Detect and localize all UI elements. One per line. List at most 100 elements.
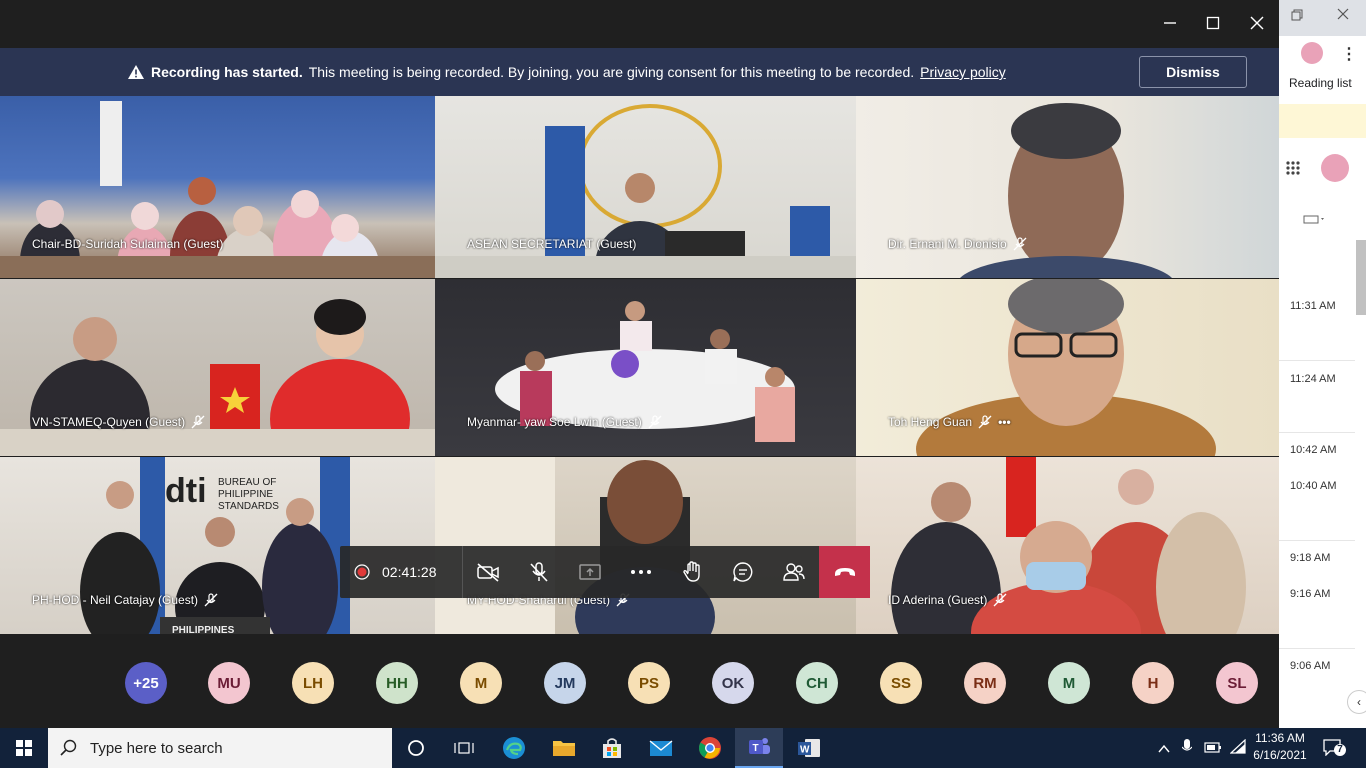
avatar[interactable]: SS — [880, 662, 922, 704]
message-time: 10:42 AM — [1290, 444, 1337, 456]
video-tile[interactable]: Myanmar- yaw Soe Lwin (Guest) — [435, 279, 856, 456]
account-avatar[interactable] — [1321, 154, 1349, 182]
menu-icon[interactable]: ⋮ — [1341, 44, 1357, 64]
clock-date: 6/16/2021 — [1253, 748, 1307, 762]
phone-hang-up-icon — [834, 568, 855, 576]
participants-button[interactable] — [768, 546, 819, 598]
task-view-button[interactable] — [440, 728, 488, 768]
camera-off-button[interactable] — [463, 546, 514, 598]
divider — [1279, 540, 1355, 541]
mail-icon — [649, 740, 673, 756]
avatar[interactable]: M — [1048, 662, 1090, 704]
avatar[interactable]: CH — [796, 662, 838, 704]
chrome-app[interactable] — [686, 728, 734, 768]
apps-grid-icon[interactable] — [1285, 160, 1301, 181]
chevron-up-icon — [1158, 744, 1170, 753]
participant-name: Myanmar- yaw Soe Lwin (Guest) — [467, 415, 662, 429]
mic-off-button[interactable] — [514, 546, 565, 598]
avatar[interactable]: SL — [1216, 662, 1258, 704]
avatar[interactable]: JM — [544, 662, 586, 704]
close-icon[interactable] — [1244, 10, 1270, 36]
message-time: 11:24 AM — [1290, 373, 1336, 385]
recording-message: This meeting is being recorded. By joini… — [308, 64, 915, 80]
recording-title: Recording has started. — [151, 64, 303, 80]
notification-count: 7 — [1334, 744, 1346, 756]
mic-off-icon — [530, 562, 548, 582]
close-icon[interactable] — [1337, 7, 1349, 25]
mic-muted-icon — [993, 593, 1007, 607]
avatar[interactable]: LH — [292, 662, 334, 704]
participant-name: Dir. Ernani M. Dionisio — [888, 237, 1027, 251]
microphone-tray-icon[interactable] — [1181, 739, 1193, 760]
store-app[interactable] — [588, 728, 636, 768]
svg-text:STANDARDS: STANDARDS — [218, 501, 279, 512]
participant-name: Chair-BD-Suridah Sulaiman (Guest) — [32, 237, 224, 251]
keyboard-icon[interactable] — [1303, 212, 1327, 230]
more-actions-button[interactable] — [615, 546, 666, 598]
participant-name: Toh Heng Guan ••• — [888, 415, 1011, 429]
avatar[interactable]: M — [460, 662, 502, 704]
avatar[interactable]: PS — [628, 662, 670, 704]
maximize-icon[interactable] — [1200, 10, 1226, 36]
more-options-icon[interactable]: ••• — [998, 415, 1011, 429]
start-button[interactable] — [0, 728, 48, 768]
chat-button[interactable] — [717, 546, 768, 598]
video-tile[interactable]: Chair-BD-Suridah Sulaiman (Guest) — [0, 96, 435, 278]
more-participants-avatar[interactable]: +25 — [125, 662, 167, 704]
reading-list-button[interactable]: Reading list — [1289, 76, 1352, 90]
video-tile[interactable]: Toh Heng Guan ••• — [856, 279, 1279, 456]
mail-app[interactable] — [637, 728, 685, 768]
avatar[interactable]: RM — [964, 662, 1006, 704]
taskbar-search[interactable]: Type here to search — [48, 728, 392, 768]
avatar[interactable]: H — [1132, 662, 1174, 704]
privacy-policy-link[interactable]: Privacy policy — [920, 64, 1006, 80]
chevron-left-icon[interactable]: ‹ — [1347, 690, 1366, 714]
edge-icon — [503, 737, 525, 759]
participant-name: PH-HOD - Neil Catajay (Guest) — [32, 593, 218, 607]
video-tile[interactable]: ASEAN SECRETARIAT (Guest) — [435, 96, 856, 278]
profile-avatar[interactable] — [1301, 42, 1323, 64]
video-tile[interactable]: ID Aderina (Guest) — [856, 457, 1279, 634]
word-app[interactable]: W — [785, 728, 833, 768]
show-hidden-icons[interactable] — [1158, 741, 1170, 759]
avatar[interactable]: MU — [208, 662, 250, 704]
raise-hand-button[interactable] — [666, 546, 717, 598]
participant-name: VN-STAMEQ-Quyen (Guest) — [32, 415, 205, 429]
dismiss-button[interactable]: Dismiss — [1139, 56, 1247, 88]
scrollbar-thumb[interactable] — [1356, 240, 1366, 315]
warning-icon — [128, 65, 144, 79]
participant-name: ASEAN SECRETARIAT (Guest) — [467, 237, 637, 251]
mic-muted-icon — [1013, 237, 1027, 251]
system-clock[interactable]: 11:36 AM 6/16/2021 — [1250, 730, 1310, 764]
hang-up-button[interactable] — [819, 546, 871, 598]
search-placeholder: Type here to search — [90, 739, 223, 757]
teams-window: Recording has started. This meeting is b… — [0, 0, 1279, 728]
call-controls: 02:41:28 — [340, 546, 871, 598]
avatar[interactable]: HH — [376, 662, 418, 704]
mic-muted-icon — [204, 593, 218, 607]
svg-text:PHILIPPINE: PHILIPPINE — [218, 489, 273, 500]
file-explorer-app[interactable] — [540, 728, 588, 768]
message-time: 9:06 AM — [1290, 660, 1331, 672]
more-icon — [630, 570, 651, 574]
wifi-icon[interactable] — [1229, 738, 1246, 760]
battery-icon[interactable] — [1204, 741, 1222, 759]
edge-app[interactable] — [490, 728, 538, 768]
cortana-button[interactable] — [392, 728, 440, 768]
teams-app[interactable]: T — [735, 728, 783, 768]
call-timer: 02:41:28 — [382, 564, 437, 580]
avatar[interactable]: OK — [712, 662, 754, 704]
title-bar — [0, 0, 1279, 48]
video-tile[interactable]: Dir. Ernani M. Dionisio — [856, 96, 1279, 278]
notifications-button[interactable]: 7 — [1322, 738, 1346, 758]
video-tile[interactable]: VN-STAMEQ-Quyen (Guest) — [0, 279, 435, 456]
chat-icon — [733, 562, 753, 582]
mic-muted-icon — [648, 415, 662, 429]
svg-text:PHILIPPINES: PHILIPPINES — [172, 625, 235, 634]
restore-icon[interactable] — [1291, 8, 1303, 26]
browser-window: ⋮ Reading list 11:31 AM 11:24 AM 10:42 A… — [1279, 0, 1366, 728]
share-screen-button[interactable] — [565, 546, 616, 598]
minimize-icon[interactable] — [1157, 10, 1183, 36]
mic-muted-icon — [978, 415, 992, 429]
browser-title-bar — [1279, 0, 1366, 36]
